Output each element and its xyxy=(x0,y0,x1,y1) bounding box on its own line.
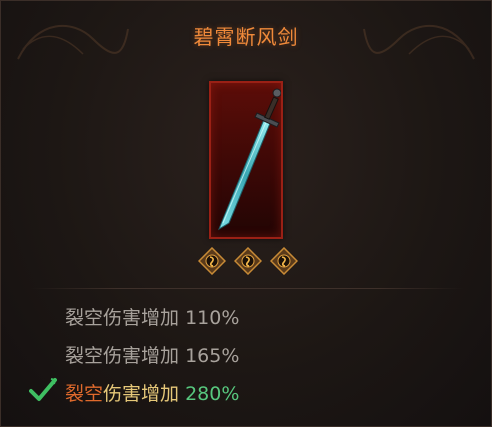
rune-socket-icon[interactable] xyxy=(270,247,298,275)
stat-label: 裂空伤害增加 xyxy=(65,345,180,367)
stat-value: 165% xyxy=(185,345,240,367)
section-divider xyxy=(31,288,463,289)
socket-row xyxy=(198,247,298,275)
stat-value: 280% xyxy=(185,383,240,405)
stat-line-tier-1: 裂空伤害增加 110% xyxy=(65,303,239,330)
stat-label: 裂空伤害增加 xyxy=(65,307,180,329)
item-icon-frame[interactable] xyxy=(209,81,283,239)
item-tooltip-panel: 碧霄断风剑 裂空伤害增加 110% 裂空伤害增加 165% 裂空伤害增加 280… xyxy=(0,0,492,427)
sword-icon xyxy=(217,88,281,231)
stat-label: 伤害增加 xyxy=(103,383,180,405)
stat-label-keyword: 裂空 xyxy=(65,383,104,405)
stat-value: 110% xyxy=(185,307,240,329)
checkmark-icon xyxy=(29,378,57,401)
rune-socket-icon[interactable] xyxy=(234,247,262,275)
stat-line-tier-3-active: 裂空伤害增加 280% xyxy=(65,379,239,406)
rune-socket-icon[interactable] xyxy=(198,247,226,275)
stat-line-tier-2: 裂空伤害增加 165% xyxy=(65,341,239,368)
item-title: 碧霄断风剑 xyxy=(193,25,299,49)
